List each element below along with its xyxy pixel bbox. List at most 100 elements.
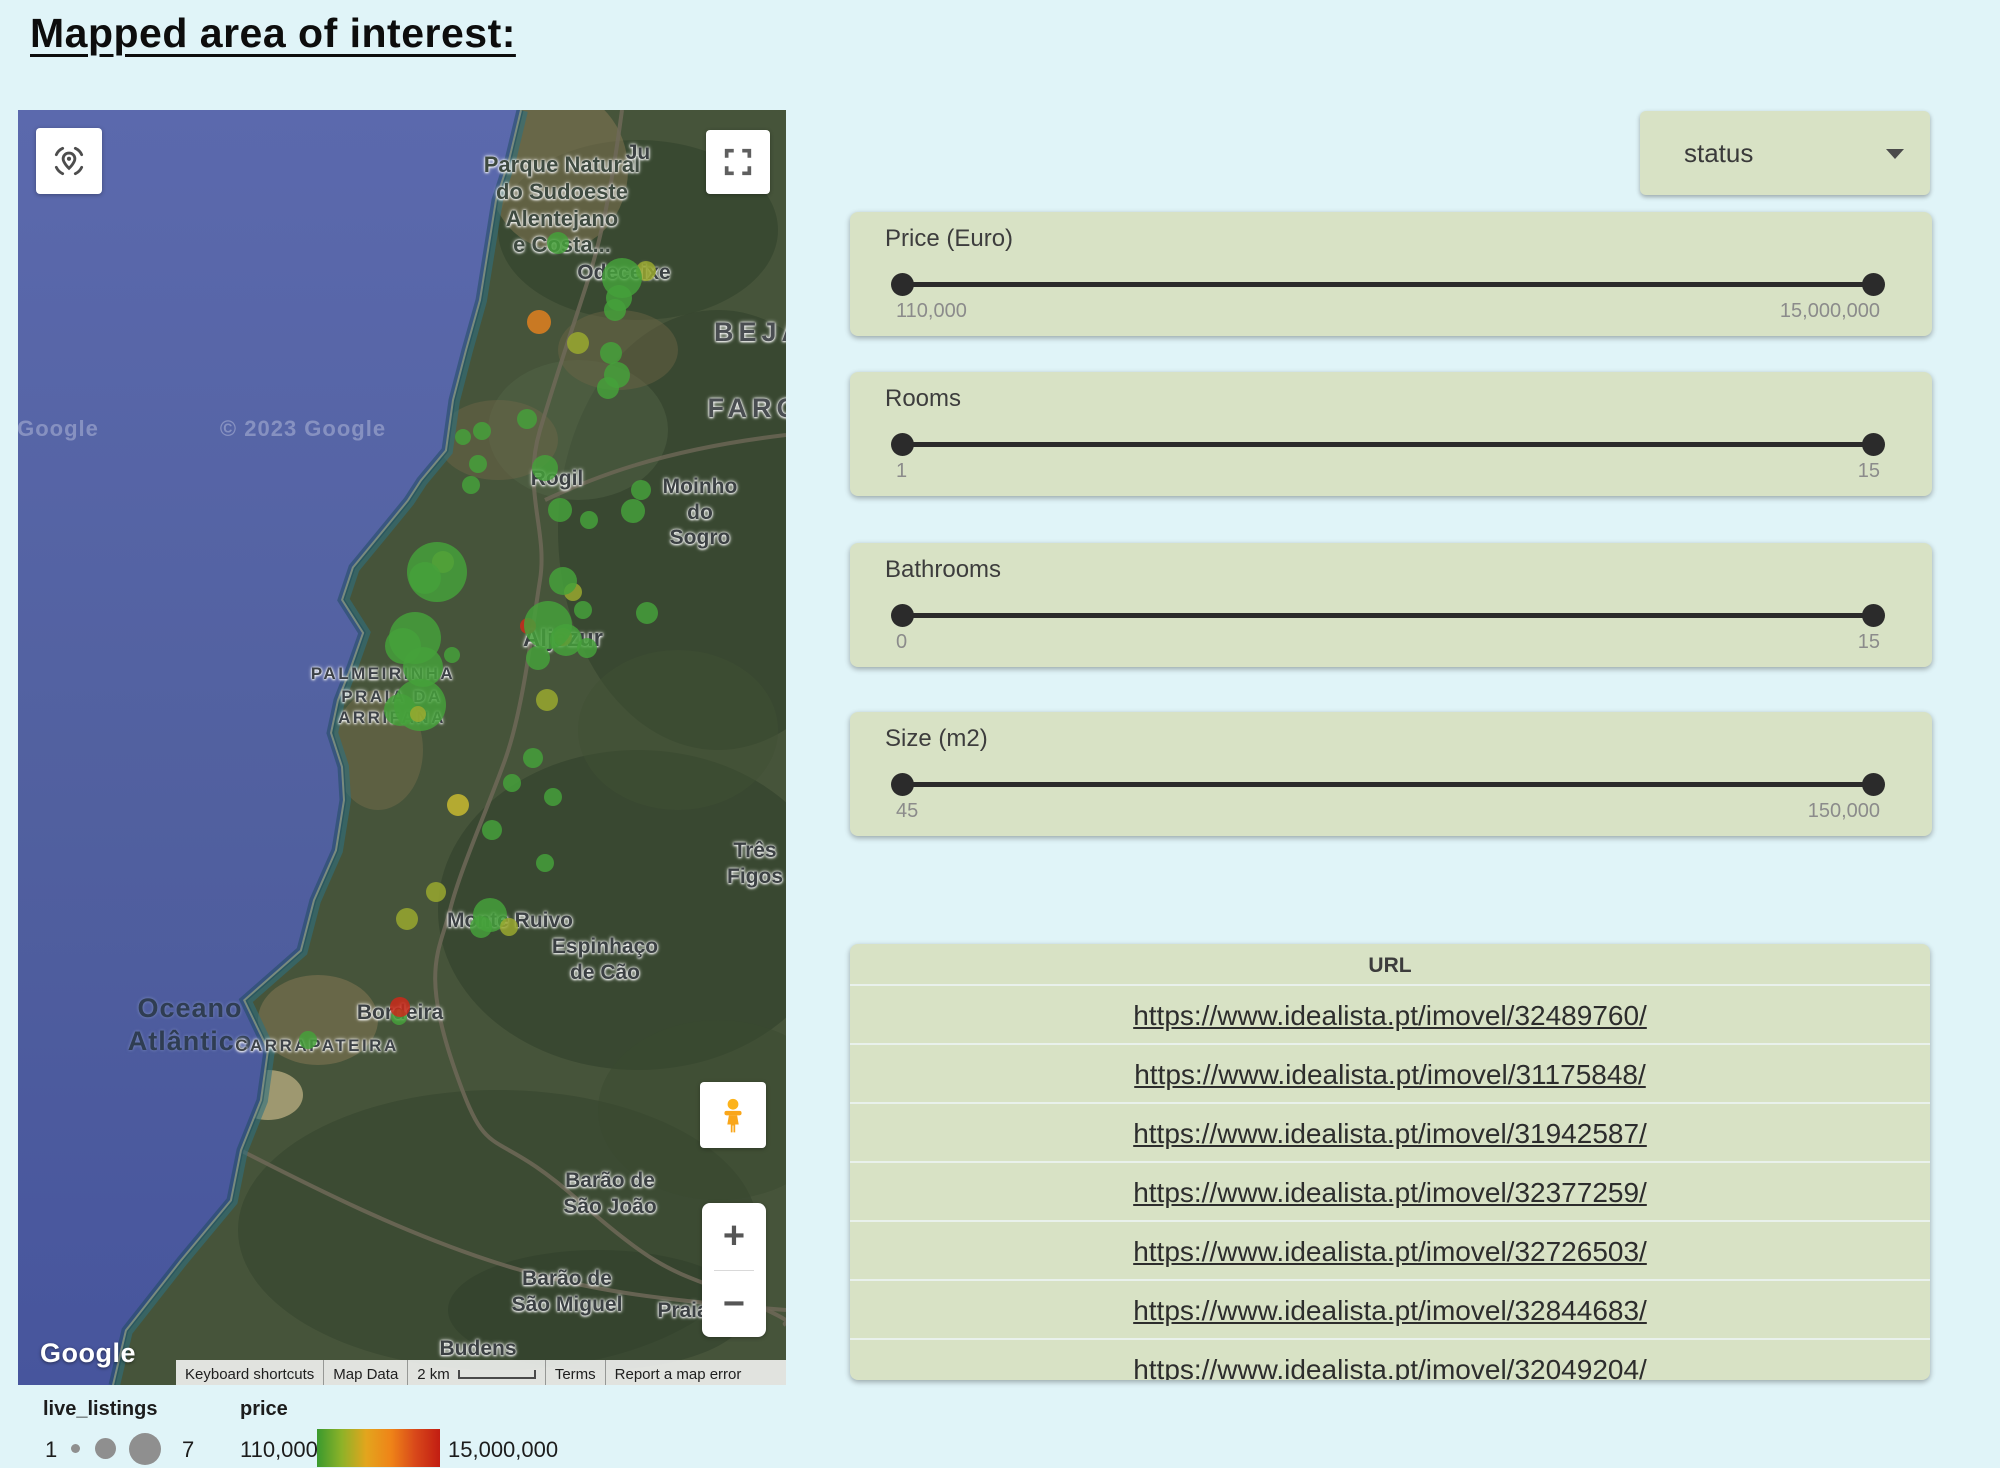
listing-url-link[interactable]: https://www.idealista.pt/imovel/31175848…: [1134, 1059, 1646, 1090]
listing-marker[interactable]: [567, 332, 589, 354]
filter-card-size-m2-: Size (m2)45150,000: [850, 712, 1932, 836]
slider-handle-min[interactable]: [891, 273, 914, 296]
listing-marker[interactable]: [532, 455, 558, 481]
listing-marker[interactable]: [536, 854, 554, 872]
fullscreen-button[interactable]: [706, 130, 770, 194]
listing-marker[interactable]: [604, 299, 626, 321]
listing-marker[interactable]: [631, 480, 651, 500]
listing-marker[interactable]: [482, 820, 502, 840]
slider-max-value: 15: [1858, 631, 1880, 654]
listing-marker[interactable]: [526, 646, 550, 670]
map-footer-item[interactable]: Keyboard shortcuts: [185, 1366, 314, 1383]
zoom-control: + −: [702, 1203, 766, 1337]
listing-marker[interactable]: [574, 601, 592, 619]
listing-marker[interactable]: [577, 638, 597, 658]
slider-handle-max[interactable]: [1862, 433, 1885, 456]
listing-marker[interactable]: [426, 882, 446, 902]
filter-card-bathrooms: Bathrooms015: [850, 543, 1932, 667]
listing-marker[interactable]: [527, 310, 551, 334]
listing-marker[interactable]: [621, 499, 645, 523]
filter-title: Bathrooms: [885, 556, 1001, 584]
map-scale-bar: [458, 1370, 536, 1379]
listing-url-link[interactable]: https://www.idealista.pt/imovel/32049204…: [1133, 1354, 1647, 1380]
zoom-in-button[interactable]: +: [702, 1203, 766, 1270]
listing-url-link[interactable]: https://www.idealista.pt/imovel/32489760…: [1133, 1000, 1647, 1031]
map-watermark: © 2023 Google: [220, 416, 386, 443]
listing-url-link[interactable]: https://www.idealista.pt/imovel/32844683…: [1133, 1295, 1647, 1326]
map-label: BEJA: [714, 316, 786, 349]
slider-max-value: 15,000,000: [1780, 300, 1880, 323]
slider-handle-min[interactable]: [891, 433, 914, 456]
map-footer-item[interactable]: Report a map error: [615, 1366, 742, 1383]
legend-color-min: 110,000: [240, 1437, 318, 1463]
legend-color-title: price: [240, 1398, 288, 1421]
legend-size-dot-small: [71, 1444, 80, 1453]
listing-marker[interactable]: [549, 567, 577, 595]
listing-marker[interactable]: [473, 422, 491, 440]
listing-marker[interactable]: [517, 409, 537, 429]
legend-color-gradient: [317, 1429, 440, 1467]
satellite-map[interactable]: Parque Natural do Sudoeste Alentejano e …: [18, 110, 786, 1385]
listing-marker[interactable]: [469, 455, 487, 473]
slider-handle-min[interactable]: [891, 773, 914, 796]
listing-url-link[interactable]: https://www.idealista.pt/imovel/31942587…: [1133, 1118, 1647, 1149]
listing-marker[interactable]: [455, 429, 471, 445]
slider-track[interactable]: [896, 613, 1880, 618]
status-dropdown[interactable]: status: [1640, 111, 1930, 195]
listing-marker[interactable]: [600, 342, 622, 364]
zoom-out-button[interactable]: −: [702, 1271, 766, 1338]
slider-min-value: 110,000: [896, 300, 967, 323]
listing-marker[interactable]: [447, 794, 469, 816]
listing-marker[interactable]: [548, 498, 572, 522]
listing-marker[interactable]: [444, 647, 460, 663]
legend-color-max: 15,000,000: [448, 1437, 558, 1463]
slider-track[interactable]: [896, 782, 1880, 787]
listing-marker[interactable]: [470, 916, 492, 938]
map-label: Budens: [439, 1336, 516, 1362]
listing-marker[interactable]: [523, 748, 543, 768]
listing-marker[interactable]: [396, 908, 418, 930]
url-table: URL https://www.idealista.pt/imovel/3248…: [850, 944, 1930, 1380]
google-logo[interactable]: Google: [40, 1338, 136, 1369]
map-footer-item[interactable]: Map Data: [333, 1366, 398, 1383]
listing-marker[interactable]: [544, 788, 562, 806]
map-label: Moinho do Sogro: [657, 474, 743, 551]
table-row: https://www.idealista.pt/imovel/32726503…: [850, 1220, 1930, 1279]
slider-track[interactable]: [896, 282, 1880, 287]
slider-min-value: 1: [896, 460, 907, 483]
listing-marker[interactable]: [536, 689, 558, 711]
pegman-button[interactable]: [700, 1082, 766, 1148]
listing-marker[interactable]: [410, 706, 426, 722]
listing-marker[interactable]: [299, 1031, 317, 1049]
legend-size-dot-large: [129, 1433, 161, 1465]
listing-marker[interactable]: [580, 511, 598, 529]
slider-handle-max[interactable]: [1862, 773, 1885, 796]
filter-card-rooms: Rooms115: [850, 372, 1932, 496]
listing-marker[interactable]: [547, 232, 569, 254]
slider-handle-min[interactable]: [891, 604, 914, 627]
legend-size-dot-medium: [95, 1438, 116, 1459]
slider-handle-max[interactable]: [1862, 604, 1885, 627]
map-label: Oceano Atlântico: [128, 992, 253, 1058]
listing-marker[interactable]: [500, 918, 518, 936]
region-select-button[interactable]: [36, 128, 102, 194]
listing-marker[interactable]: [390, 997, 410, 1017]
listing-url-link[interactable]: https://www.idealista.pt/imovel/32377259…: [1133, 1177, 1647, 1208]
legend-size-title: live_listings: [43, 1398, 158, 1421]
listing-marker[interactable]: [597, 377, 619, 399]
slider-handle-max[interactable]: [1862, 273, 1885, 296]
listing-url-link[interactable]: https://www.idealista.pt/imovel/32726503…: [1133, 1236, 1647, 1267]
listing-marker[interactable]: [462, 476, 480, 494]
listing-marker[interactable]: [636, 602, 658, 624]
listing-marker[interactable]: [409, 562, 441, 594]
map-label: FARO: [707, 392, 786, 425]
slider-max-value: 150,000: [1808, 800, 1880, 823]
slider-min-value: 45: [896, 800, 918, 823]
map-footer-item[interactable]: Terms: [555, 1366, 596, 1383]
map-label: Três Figos: [727, 838, 783, 889]
map-terrain: [18, 110, 786, 1385]
listing-marker[interactable]: [503, 774, 521, 792]
filter-title: Price (Euro): [885, 225, 1013, 253]
slider-track[interactable]: [896, 442, 1880, 447]
map-footer-item[interactable]: 2 km: [417, 1366, 450, 1383]
